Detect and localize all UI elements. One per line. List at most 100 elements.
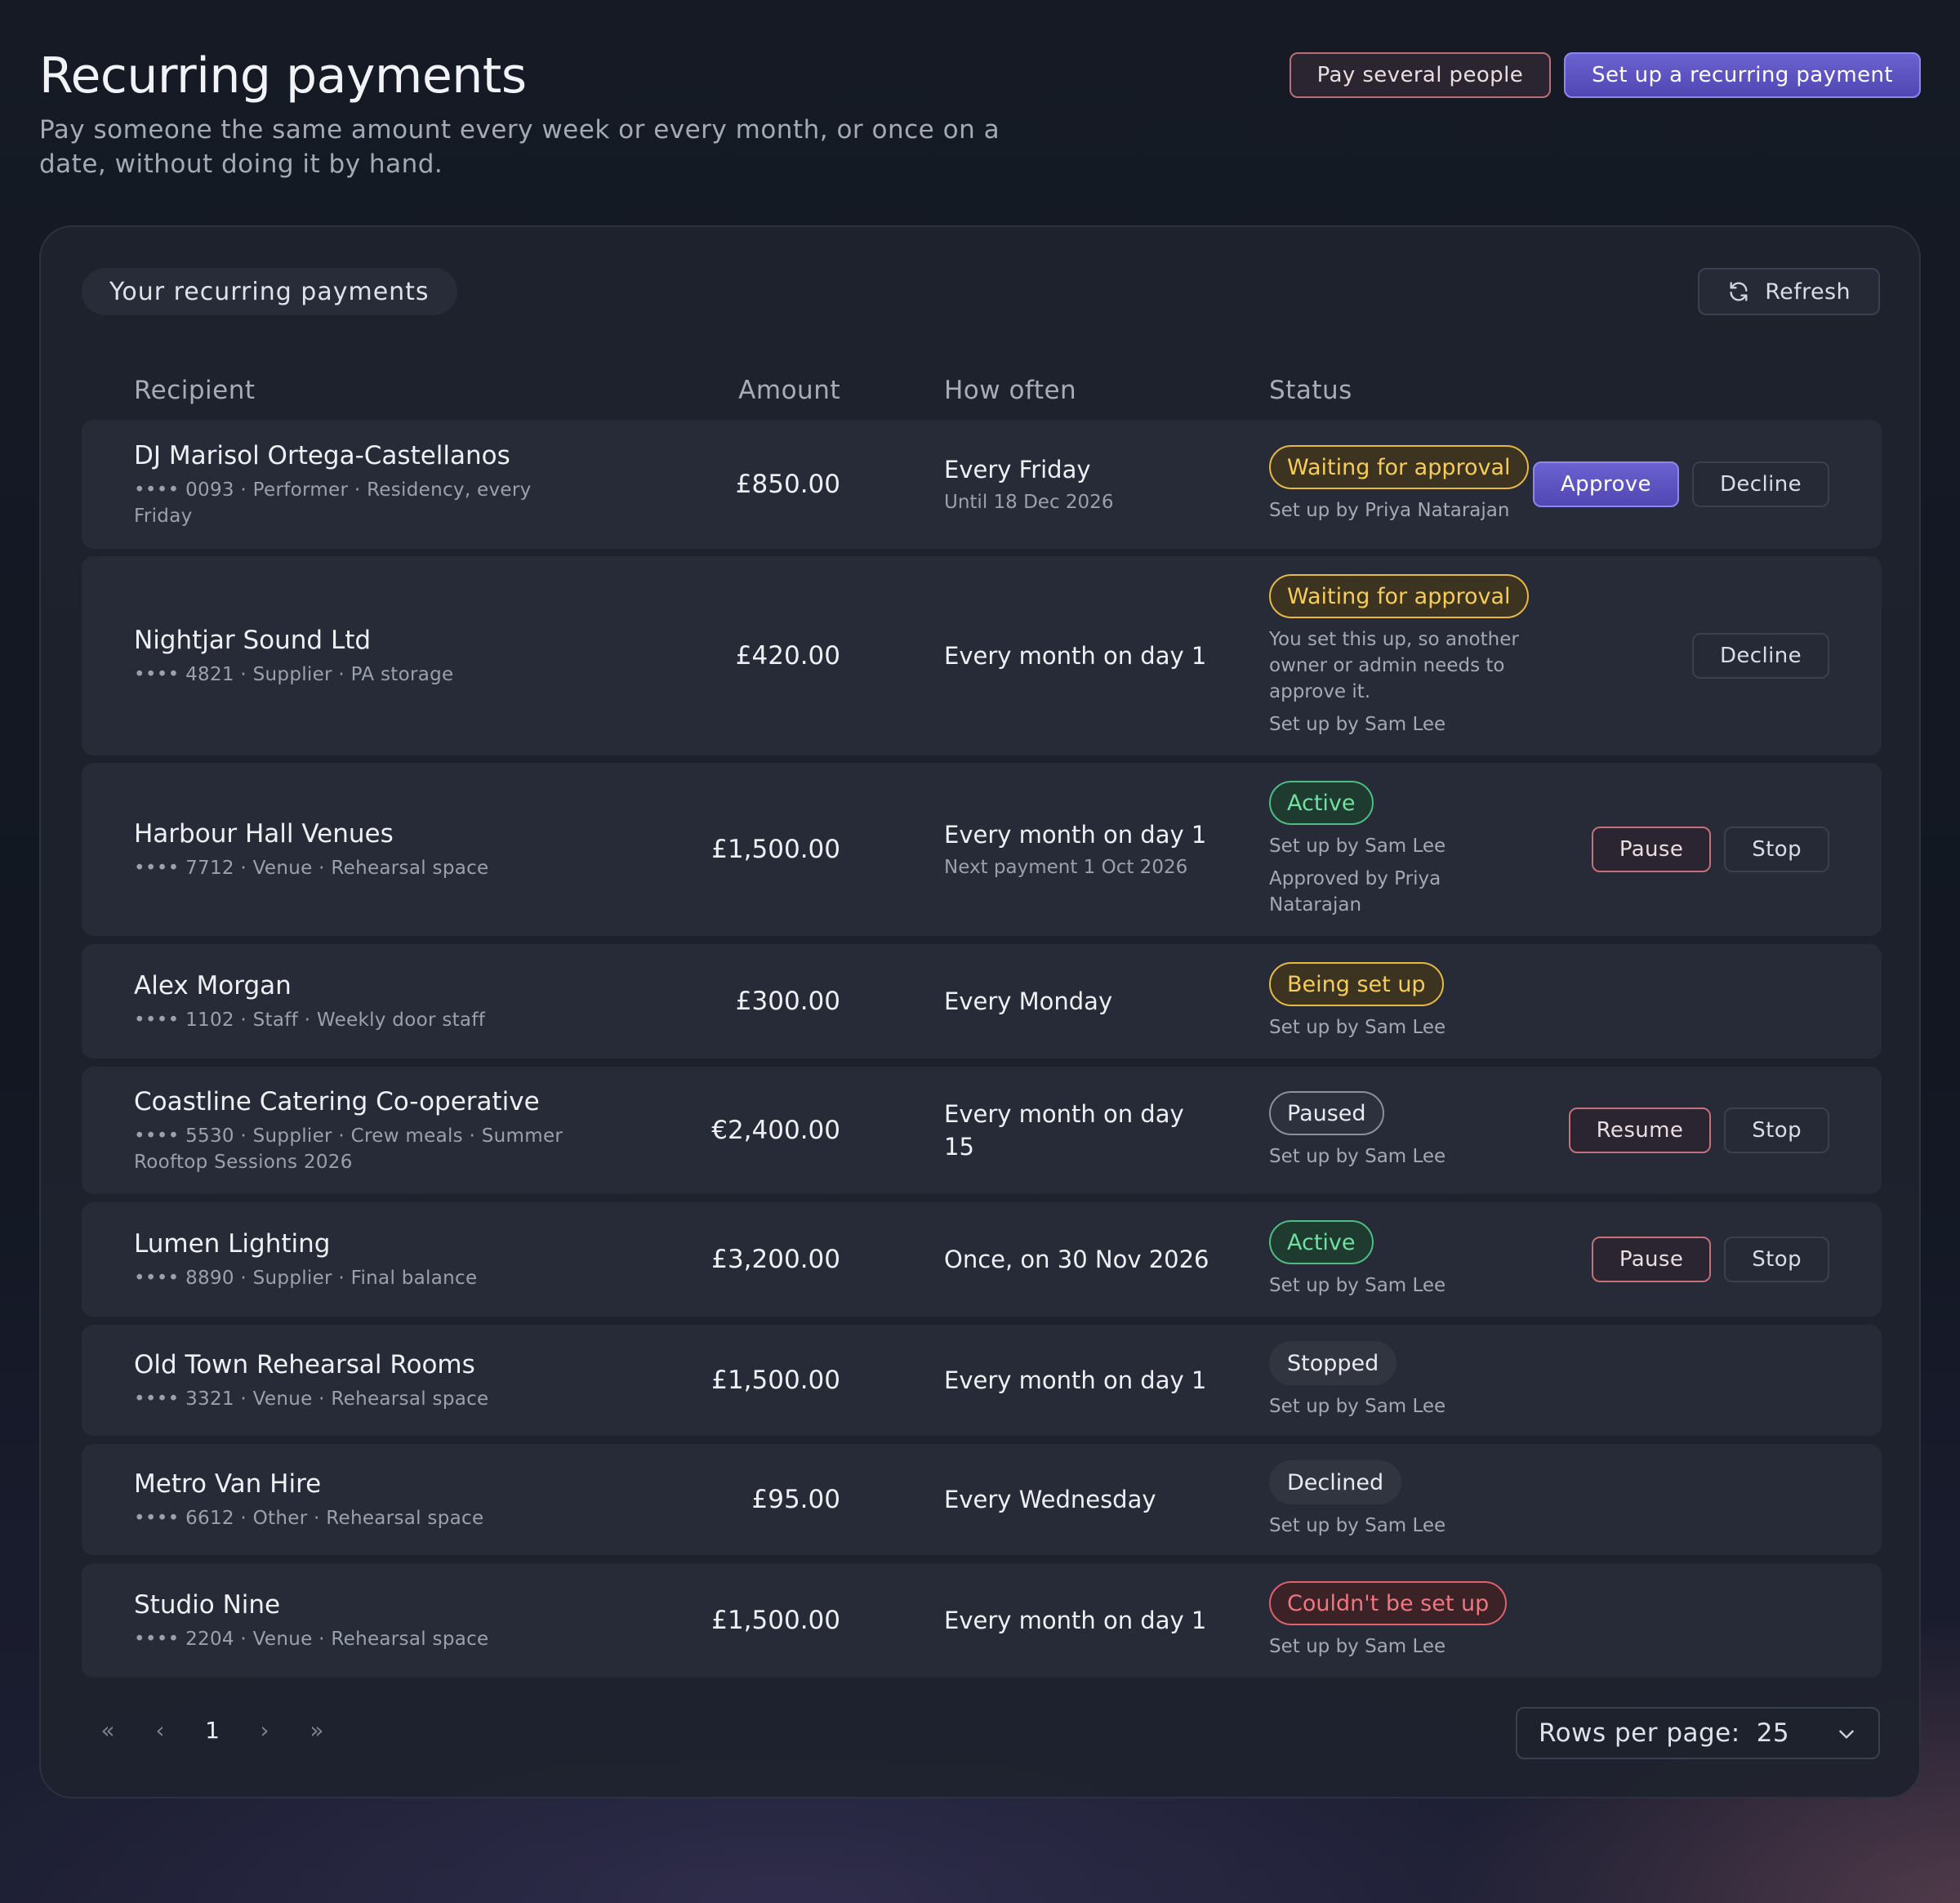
recipient-meta: •••• 0093 · Performer · Residency, every… [134,479,532,527]
how-often-cell: Once, on 30 Nov 2026 [944,1243,1214,1276]
recipient-meta: •••• 5530 · Supplier · Crew meals · Summ… [134,1125,564,1173]
status-badge: Declined [1269,1460,1402,1504]
recipient-meta: •••• 8890 · Supplier · Final balance [134,1268,478,1289]
amount-cell: £1,500.00 [711,835,840,864]
column-header-status: Status [1269,376,1352,405]
recipient-meta: •••• 1102 · Staff · Weekly door staff [134,1009,486,1031]
row-actions: Pause Stop [1591,827,1829,872]
schedule-detail: Until 18 Dec 2026 [944,492,1114,513]
recipient-meta: •••• 4821 · Supplier · PA storage [134,664,454,685]
next-page-button[interactable]: › [238,1717,291,1744]
status-cell: Couldn't be set up Set up by Sam Lee [1269,1581,1539,1660]
recipient-cell: Nightjar Sound Ltd •••• 4821 · Supplier … [134,624,591,688]
status-badge: Being set up [1269,962,1444,1006]
recipient-cell: Metro Van Hire •••• 6612 · Other · Rehea… [134,1468,591,1531]
status-note: Set up by Sam Lee [1269,1146,1446,1167]
resume-button[interactable]: Resume [1568,1107,1712,1153]
set-up-recurring-payment-button[interactable]: Set up a recurring payment [1564,52,1921,98]
recipient-meta: •••• 7712 · Venue · Rehearsal space [134,858,489,879]
status-cell: Declined Set up by Sam Lee [1269,1460,1539,1539]
refresh-label: Refresh [1765,279,1851,305]
current-page[interactable]: 1 [186,1717,238,1744]
status-badge: Active [1269,1220,1374,1264]
table-row: Old Town Rehearsal Rooms •••• 3321 · Ven… [82,1325,1882,1436]
recipient-meta: •••• 6612 · Other · Rehearsal space [134,1508,484,1529]
how-often-cell: Every Friday Until 18 Dec 2026 [944,453,1214,515]
status-badge: Waiting for approval [1269,574,1529,618]
status-note: Set up by Sam Lee [1269,1515,1446,1536]
recipient-meta: •••• 2204 · Venue · Rehearsal space [134,1629,489,1650]
refresh-icon [1730,282,1748,301]
recipient-name: Lumen Lighting [134,1229,331,1259]
schedule: Every month on day 1 [944,821,1207,849]
schedule: Once, on 30 Nov 2026 [944,1246,1209,1273]
status-note: Set up by Sam Lee [1269,1275,1446,1296]
schedule: Every month on day 1 [944,1366,1207,1394]
stop-button[interactable]: Stop [1724,1237,1829,1282]
recipient-name: Old Town Rehearsal Rooms [134,1350,475,1379]
pay-several-people-button[interactable]: Pay several people [1289,52,1552,98]
column-header-amount: Amount [738,376,840,405]
recipient-cell: Alex Morgan •••• 1102 · Staff · Weekly d… [134,969,591,1033]
recipient-cell: Studio Nine •••• 2204 · Venue · Rehearsa… [134,1589,591,1652]
status-cell: Waiting for approval Set up by Priya Nat… [1269,445,1539,524]
amount-cell: £1,500.00 [711,1606,840,1635]
recipient-cell: Harbour Hall Venues •••• 7712 · Venue · … [134,818,591,881]
status-cell: Stopped Set up by Sam Lee [1269,1341,1539,1419]
how-often-cell: Every month on day 15 [944,1098,1214,1163]
amount-cell: £3,200.00 [711,1245,840,1274]
amount-cell: £420.00 [735,641,840,671]
status-note: Set up by Sam Lee [1269,836,1446,857]
table-row: Coastline Catering Co-operative •••• 553… [82,1067,1882,1194]
column-header-recipient: Recipient [134,376,256,405]
status-badge: Couldn't be set up [1269,1581,1508,1625]
page-header: Recurring payments Pay someone the same … [39,47,1921,179]
decline-button[interactable]: Decline [1691,633,1829,679]
table-row: Nightjar Sound Ltd •••• 4821 · Supplier … [82,556,1882,755]
column-header-how-often: How often [944,376,1077,405]
row-actions: Approve Decline [1532,461,1829,507]
card-label: Your recurring payments [82,268,457,315]
status-badge: Stopped [1269,1341,1397,1385]
status-note: Set up by Priya Natarajan [1269,500,1510,521]
recipient-name: Harbour Hall Venues [134,819,394,849]
how-often-cell: Every month on day 1 [944,1364,1214,1397]
last-page-button[interactable]: » [291,1717,343,1744]
pause-button[interactable]: Pause [1591,1237,1712,1282]
decline-button[interactable]: Decline [1691,461,1829,507]
table-row: Alex Morgan •••• 1102 · Staff · Weekly d… [82,944,1882,1058]
status-note: Set up by Sam Lee [1269,1636,1446,1657]
recurring-payments-card: Your recurring payments Refresh Recipien… [39,225,1921,1798]
recipient-name: Nightjar Sound Ltd [134,626,372,655]
previous-page-button[interactable]: ‹ [134,1717,186,1744]
schedule: Every month on day 15 [944,1100,1184,1161]
status-badge: Paused [1269,1091,1384,1135]
status-badge: Active [1269,781,1374,825]
table-header: Recipient Amount How often Status [82,363,1882,418]
schedule-detail: Next payment 1 Oct 2026 [944,857,1188,878]
approve-button[interactable]: Approve [1532,461,1679,507]
chevron-down-icon [1839,1730,1854,1739]
rows-per-page-value: 25 [1756,1718,1790,1748]
how-often-cell: Every Monday [944,985,1214,1018]
pause-button[interactable]: Pause [1591,827,1712,872]
recipient-name: Alex Morgan [134,971,292,1001]
rows-per-page-select[interactable]: Rows per page: 25 [1516,1707,1880,1759]
schedule: Every Wednesday [944,1486,1156,1513]
table-row: DJ Marisol Ortega-Castellanos •••• 0093 … [82,420,1882,549]
status-cell: Active Set up by Sam Lee [1269,1220,1539,1299]
status-cell: Paused Set up by Sam Lee [1269,1091,1539,1170]
amount-cell: £300.00 [735,987,840,1016]
first-page-button[interactable]: « [82,1717,134,1744]
table-row: Lumen Lighting •••• 8890 · Supplier · Fi… [82,1202,1882,1317]
refresh-button[interactable]: Refresh [1698,268,1880,315]
recipient-name: DJ Marisol Ortega-Castellanos [134,441,510,470]
how-often-cell: Every month on day 1 [944,640,1214,672]
table-row: Studio Nine •••• 2204 · Venue · Rehearsa… [82,1563,1882,1678]
stop-button[interactable]: Stop [1724,827,1829,872]
how-often-cell: Every Wednesday [944,1483,1214,1516]
amount-cell: £850.00 [735,470,840,499]
recipient-name: Metro Van Hire [134,1469,322,1499]
stop-button[interactable]: Stop [1724,1107,1829,1153]
status-note: Set up by Sam Lee [1269,714,1446,735]
